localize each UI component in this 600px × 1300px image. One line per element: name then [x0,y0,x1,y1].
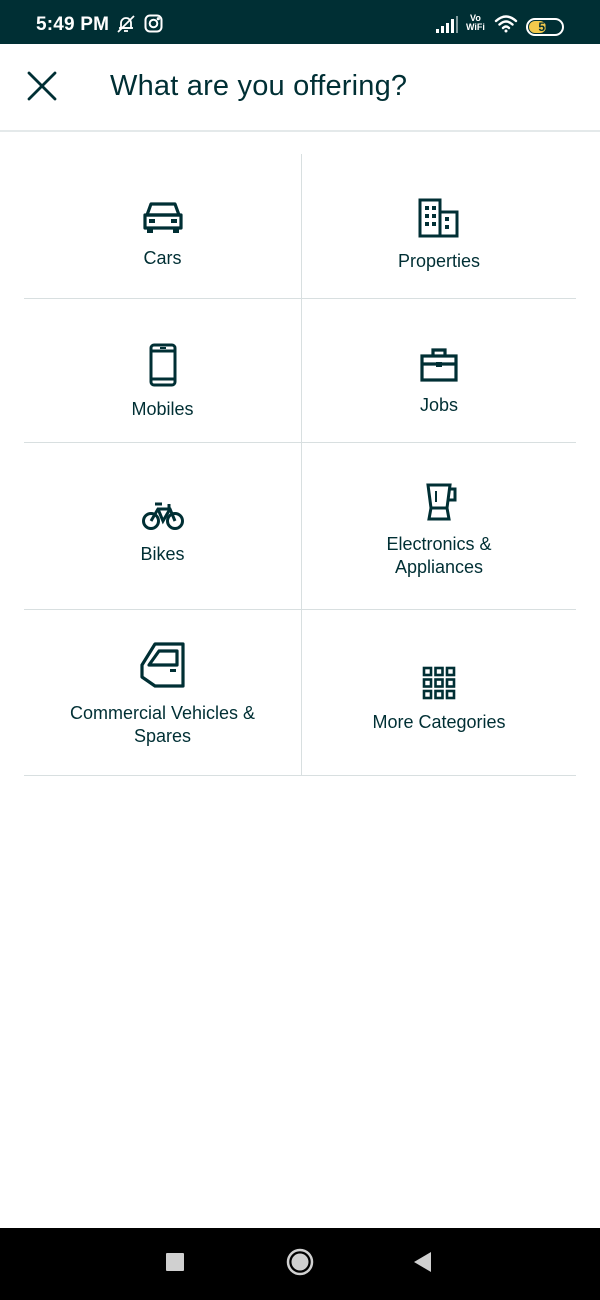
status-bar: 5:49 PM Vo WiFi 50 [0,0,600,44]
category-label: More Categories [372,711,505,734]
close-button[interactable] [20,66,64,110]
category-jobs[interactable]: Jobs [302,299,576,442]
category-label-line1: Commercial Vehicles & [69,703,256,723]
home-circle-icon [286,1248,314,1281]
briefcase-icon [419,347,459,388]
category-label-line1: Mobiles [131,398,194,419]
mobile-icon [148,343,178,392]
vehicle-door-icon [139,641,187,696]
back-triangle-icon [412,1251,432,1278]
battery-level: 50 [538,20,552,34]
battery-icon: 50 [526,18,564,36]
close-icon [26,70,58,107]
category-label: Properties [398,250,480,273]
category-label-line1: Properties [397,251,481,271]
building-icon [417,197,461,244]
category-label: Electronics & Appliances [386,533,491,579]
bell-off-icon [116,14,136,34]
vowifi-icon: Vo WiFi [466,14,485,32]
category-label-line1: Electronics & [386,533,492,554]
category-electronics-appliances[interactable]: Electronics & Appliances [302,443,576,609]
category-label-line2: Appliances [394,556,484,577]
category-commercial-vehicles-spares[interactable]: Commercial Vehicles & Spares [24,610,301,775]
header: What are you offering? [0,44,600,132]
category-more-categories[interactable]: More Categories [302,610,576,775]
category-label: Cars [143,247,181,270]
category-label-line1: Jobs [419,394,459,415]
vowifi-bottom-text: WiFi [466,22,485,32]
back-button[interactable] [408,1250,436,1278]
category-label-line1: Bikes [140,544,185,564]
home-button[interactable] [286,1248,314,1281]
category-label-line2: Spares [133,726,192,746]
category-label: Commercial Vehicles & Spares [70,702,255,748]
category-cars[interactable]: Cars [24,154,301,298]
category-mobiles[interactable]: Mobiles [24,299,301,442]
category-bikes[interactable]: Bikes [24,443,301,609]
blender-icon [419,482,459,527]
category-label: Jobs [420,394,458,417]
category-label-line1: Cars [143,248,182,268]
grid-divider [24,775,576,776]
wifi-icon [494,14,518,34]
recents-button[interactable] [161,1250,189,1278]
grid-icon [422,666,456,705]
category-label: Bikes [140,543,184,566]
category-label: Mobiles [131,398,193,421]
page-title: What are you offering? [110,70,408,102]
status-time: 5:49 PM [36,14,110,35]
category-properties[interactable]: Properties [302,154,576,298]
instagram-icon [144,14,163,33]
recents-square-icon [165,1252,185,1277]
bicycle-icon [141,500,185,537]
category-label-line1: More Categories [372,711,506,732]
system-navigation-bar [0,1228,600,1300]
car-icon [141,200,185,241]
signal-icon [435,16,459,34]
